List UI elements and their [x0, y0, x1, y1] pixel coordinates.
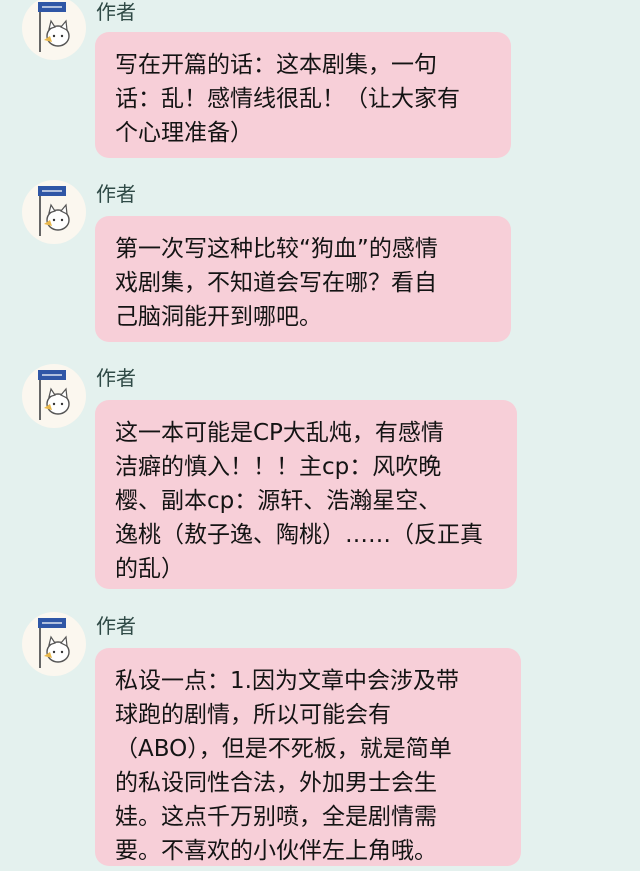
- cat-with-sign-icon: [38, 186, 70, 236]
- avatar[interactable]: [22, 180, 86, 244]
- avatar[interactable]: [22, 364, 86, 428]
- cat-with-sign-icon: [38, 2, 70, 52]
- author-name: 作者: [96, 366, 136, 390]
- cat-with-sign-icon: [38, 370, 70, 420]
- message-bubble[interactable]: 这一本可能是CP大乱炖，有感情 洁癖的慎入！！！主cp：风吹晚 樱、副本cp：源…: [95, 400, 517, 589]
- message-bubble[interactable]: 写在开篇的话：这本剧集，一句 话：乱！感情线很乱！（让大家有 个心理准备）: [95, 32, 511, 158]
- message-bubble[interactable]: 私设一点：1.因为文章中会涉及带 球跑的剧情，所以可能会有 （ABO），但是不死…: [95, 648, 521, 866]
- author-name: 作者: [96, 0, 136, 24]
- author-name: 作者: [96, 182, 136, 206]
- chat-thread: 作者 写在开篇的话：这本剧集，一句 话：乱！感情线很乱！（让大家有 个心理准备）…: [0, 0, 640, 871]
- message-bubble[interactable]: 第一次写这种比较“狗血”的感情 戏剧集，不知道会写在哪？看自 己脑洞能开到哪吧。: [95, 216, 511, 342]
- author-name: 作者: [96, 614, 136, 638]
- cat-with-sign-icon: [38, 618, 70, 668]
- avatar[interactable]: [22, 612, 86, 676]
- avatar[interactable]: [22, 0, 86, 60]
